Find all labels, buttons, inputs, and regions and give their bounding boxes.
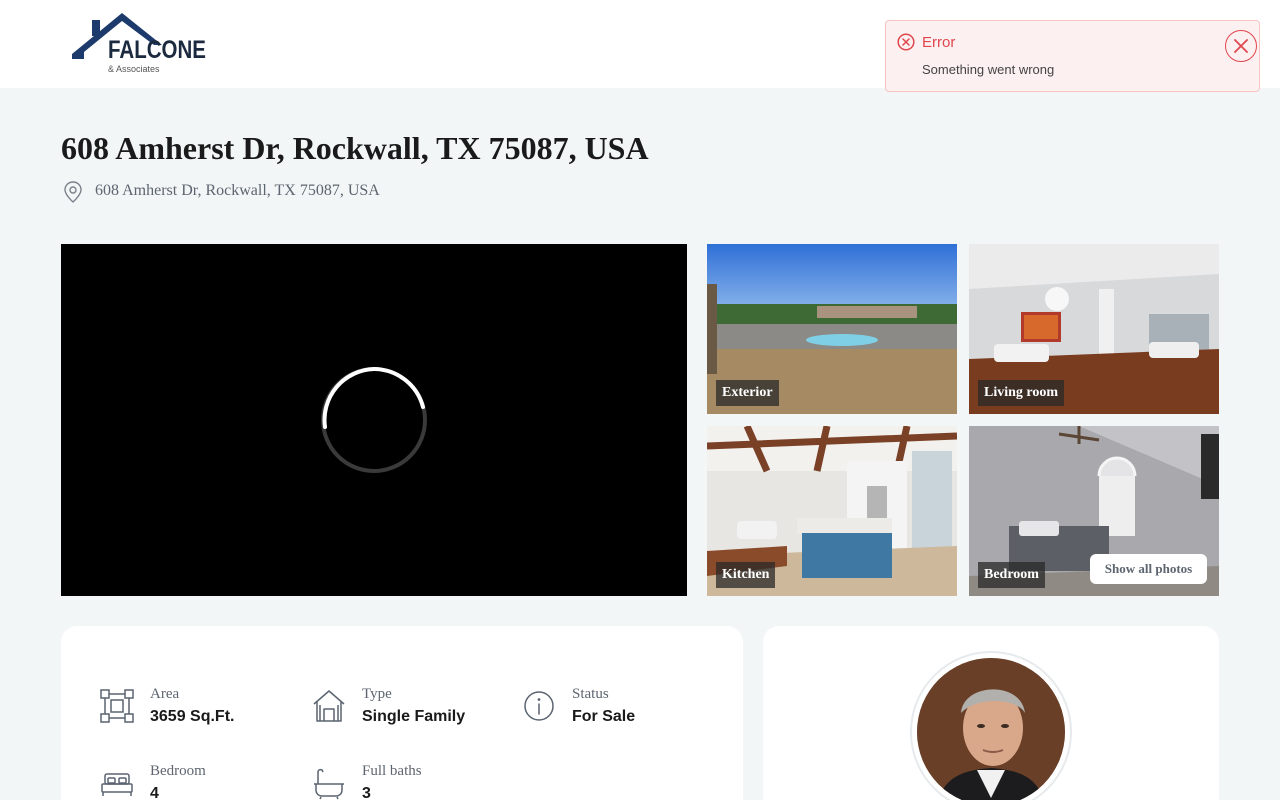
loading-spinner-icon [321,367,427,473]
feature-label: Status [572,686,609,702]
house-icon [313,690,345,722]
brand-name: FALCONE [108,36,206,64]
bed-icon [101,773,133,796]
feature-value: 3 [362,785,371,800]
feature-value: 3659 Sq.Ft. [150,708,235,725]
error-toast: Error Something went wrong [885,20,1260,92]
show-all-photos-button[interactable]: Show all photos [1090,554,1207,584]
close-icon [1234,39,1248,53]
photo-label: Exterior [716,380,779,406]
photo-exterior[interactable]: Exterior [707,244,957,414]
feature-label: Area [150,686,180,702]
page-title: 608 Amherst Dr, Rockwall, TX 75087, USA [61,130,649,166]
location-pin-icon [64,181,82,203]
toast-message: Something went wrong [922,62,1055,77]
feature-label: Bedroom [150,763,206,779]
brand-subtitle: & Associates [108,64,160,74]
agent-avatar[interactable] [910,651,1072,800]
photo-kitchen[interactable]: Kitchen [707,426,957,596]
photo-living-room[interactable]: Living room [969,244,1219,414]
area-icon [100,689,134,723]
feature-value: Single Family [362,708,466,725]
info-icon [524,691,554,721]
video-player[interactable] [61,244,687,596]
agent-photo [917,658,1065,800]
feature-value: 4 [150,785,159,800]
listing-address: 608 Amherst Dr, Rockwall, TX 75087, USA [95,182,380,199]
toast-close-button[interactable] [1225,30,1257,62]
brand-logo[interactable]: FALCONE & Associates [70,12,210,76]
photo-label: Bedroom [978,562,1045,588]
photo-bedroom[interactable]: Bedroom Show all photos [969,426,1219,596]
toast-title: Error [922,34,956,51]
site-header: FALCONE & Associates Error Something wen… [0,0,1280,92]
feature-label: Full baths [362,763,422,779]
agent-card [763,626,1219,800]
agent-portrait [917,658,1065,800]
error-circle-icon [897,33,915,51]
bathtub-icon [314,768,344,800]
photo-label: Kitchen [716,562,776,588]
photo-label: Living room [978,380,1065,406]
property-features-card: Area 3659 Sq.Ft. Type Single Family Stat… [61,626,743,800]
feature-label: Type [362,686,392,702]
feature-value: For Sale [572,708,636,725]
